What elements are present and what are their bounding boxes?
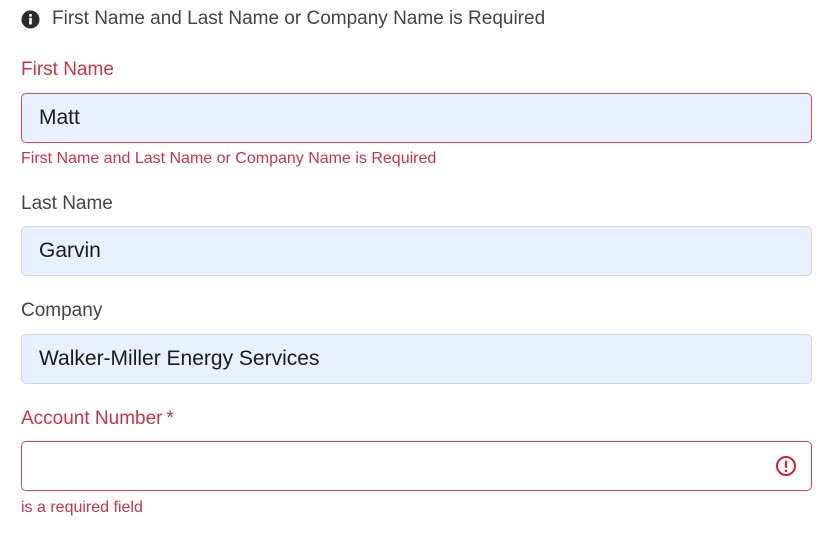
account-number-label: Account Number * xyxy=(21,407,174,431)
first-name-error: First Name and Last Name or Company Name… xyxy=(21,150,437,167)
company-field[interactable]: Walker-Miller Energy Services xyxy=(21,334,812,384)
account-number-error: is a required field xyxy=(21,499,143,516)
form-notice-text: First Name and Last Name or Company Name… xyxy=(52,8,546,29)
required-marker: * xyxy=(166,408,174,429)
last-name-field[interactable]: Garvin xyxy=(21,226,812,276)
first-name-field[interactable]: Matt xyxy=(21,93,812,143)
account-number-field[interactable] xyxy=(21,441,812,491)
last-name-value: Garvin xyxy=(39,239,101,262)
form-notice: First Name and Last Name or Company Name… xyxy=(21,7,545,31)
company-label: Company xyxy=(21,300,103,321)
error-circle-icon xyxy=(775,455,797,477)
first-name-label: First Name xyxy=(21,59,114,80)
last-name-label: Last Name xyxy=(21,193,113,214)
info-circle-icon xyxy=(21,9,40,29)
first-name-value: Matt xyxy=(39,106,80,129)
company-value: Walker-Miller Energy Services xyxy=(39,347,320,370)
account-number-label-text: Account Number xyxy=(21,408,163,429)
